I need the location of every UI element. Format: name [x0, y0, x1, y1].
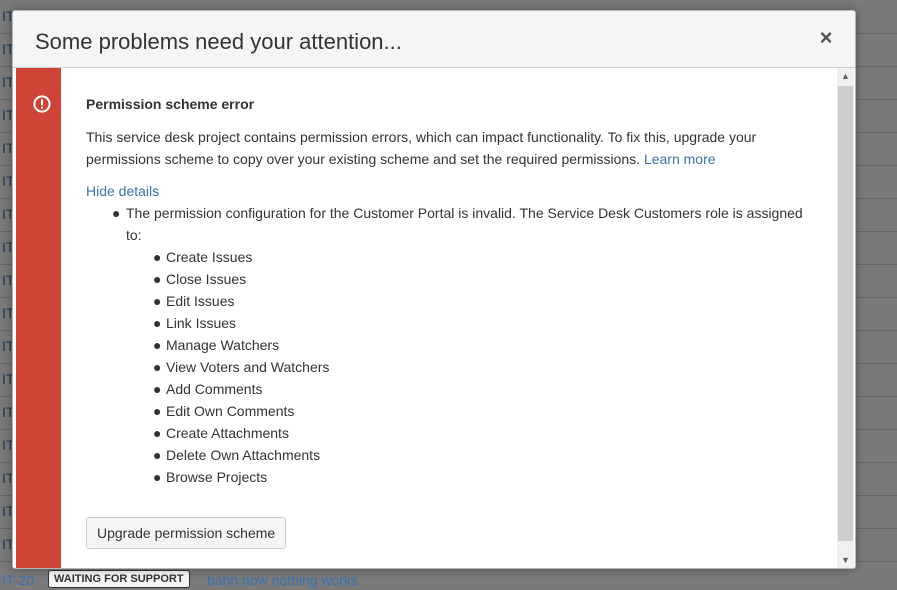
- permission-label: Delete Own Attachments: [166, 447, 321, 463]
- permission-item: ● Create Issues: [153, 246, 806, 268]
- learn-more-link[interactable]: Learn more: [644, 151, 716, 167]
- permission-item: ● Create Attachments: [153, 422, 806, 444]
- bullet-icon: ●: [153, 447, 162, 463]
- permission-label: Add Comments: [166, 381, 263, 397]
- dialog-header: Some problems need your attention... ×: [13, 11, 855, 68]
- detail-intro: The permission configuration for the Cus…: [126, 205, 803, 243]
- issue-row[interactable]: IT-20 WAITING FOR SUPPORT bahh now nothi…: [0, 568, 897, 590]
- bullet-icon: ●: [153, 403, 162, 419]
- error-details: Permission scheme error This service des…: [86, 68, 826, 568]
- permission-item: ● Link Issues: [153, 312, 806, 334]
- permission-label: Edit Issues: [166, 293, 235, 309]
- problems-dialog: Some problems need your attention... × P…: [12, 10, 856, 569]
- bullet-icon: ●: [112, 205, 121, 221]
- bullet-icon: ●: [153, 271, 162, 287]
- dialog-title: Some problems need your attention...: [35, 29, 402, 54]
- bullet-icon: ●: [153, 315, 162, 331]
- permission-item: ● View Voters and Watchers: [153, 356, 806, 378]
- error-sidebar: [16, 68, 61, 568]
- permission-label: Link Issues: [166, 315, 237, 331]
- permission-label: Create Attachments: [166, 425, 289, 441]
- bullet-icon: ●: [153, 381, 162, 397]
- permission-item: ● Add Comments: [153, 378, 806, 400]
- permissions-list: ● Create Issues ● Close Issues ● Edit Issues ●…: [126, 246, 806, 488]
- permission-item: ● Manage Watchers: [153, 334, 806, 356]
- hide-details-link[interactable]: Hide details: [86, 181, 159, 201]
- exclamation-circle-icon: [33, 95, 51, 113]
- permission-item: ● Delete Own Attachments: [153, 444, 806, 466]
- bullet-icon: ●: [153, 293, 162, 309]
- permission-label: Edit Own Comments: [166, 403, 295, 419]
- bullet-icon: ●: [153, 337, 162, 353]
- list-item: ● The permission configuration for the C…: [112, 202, 806, 488]
- bullet-icon: ●: [153, 425, 162, 441]
- bullet-icon: ●: [153, 359, 162, 375]
- permission-item: ● Close Issues: [153, 268, 806, 290]
- issue-summary-link[interactable]: bahh now nothing works: [207, 572, 358, 588]
- bullet-icon: ●: [153, 469, 162, 485]
- scroll-up-arrow-icon[interactable]: ▲: [837, 68, 854, 84]
- details-list: ● The permission configuration for the C…: [112, 202, 806, 488]
- bullet-icon: ●: [153, 249, 162, 265]
- permission-label: View Voters and Watchers: [166, 359, 330, 375]
- permission-label: Close Issues: [166, 271, 247, 287]
- scrollbar[interactable]: ▲ ▼: [837, 68, 854, 568]
- permission-item: ● Browse Projects: [153, 466, 806, 488]
- permission-label: Create Issues: [166, 249, 253, 265]
- status-badge: WAITING FOR SUPPORT: [48, 570, 190, 588]
- permission-label: Manage Watchers: [166, 337, 280, 353]
- permission-item: ● Edit Own Comments: [153, 400, 806, 422]
- dialog-content: Permission scheme error This service des…: [13, 68, 855, 568]
- error-title: Permission scheme error: [86, 96, 255, 112]
- upgrade-permission-scheme-button[interactable]: Upgrade permission scheme: [86, 517, 287, 549]
- scrollbar-thumb[interactable]: [838, 86, 853, 541]
- permission-item: ● Edit Issues: [153, 290, 806, 312]
- issue-key[interactable]: IT-20: [2, 572, 34, 588]
- permission-label: Browse Projects: [166, 469, 268, 485]
- close-icon[interactable]: ×: [815, 25, 837, 51]
- scroll-down-arrow-icon[interactable]: ▼: [837, 552, 854, 568]
- error-description: This service desk project contains permi…: [86, 126, 806, 170]
